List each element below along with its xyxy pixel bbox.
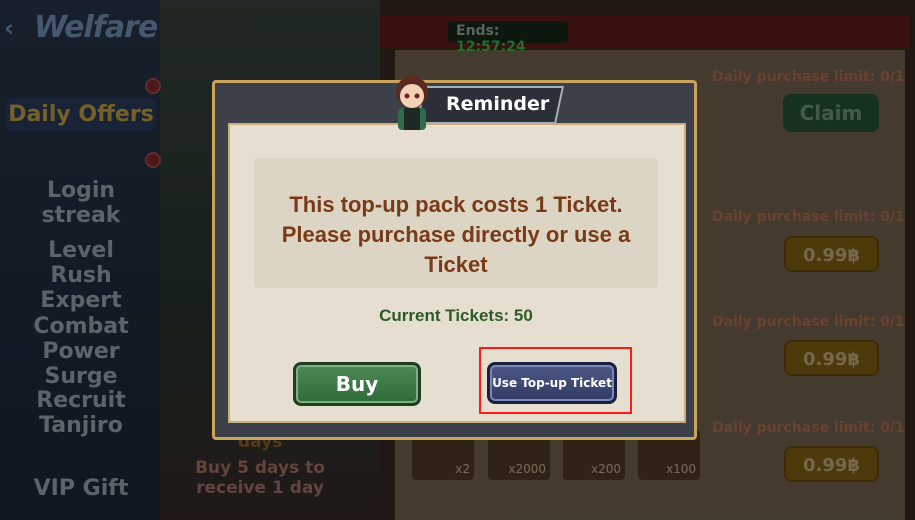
highlight-box [479,347,632,414]
dialog-message: This top-up pack costs 1 Ticket. Please … [281,192,631,277]
buy-button[interactable]: Buy [293,362,421,406]
character-avatar-icon [396,76,428,130]
dialog-title: Reminder [446,93,550,115]
ticket-count: Current Tickets: 50 [379,306,533,325]
